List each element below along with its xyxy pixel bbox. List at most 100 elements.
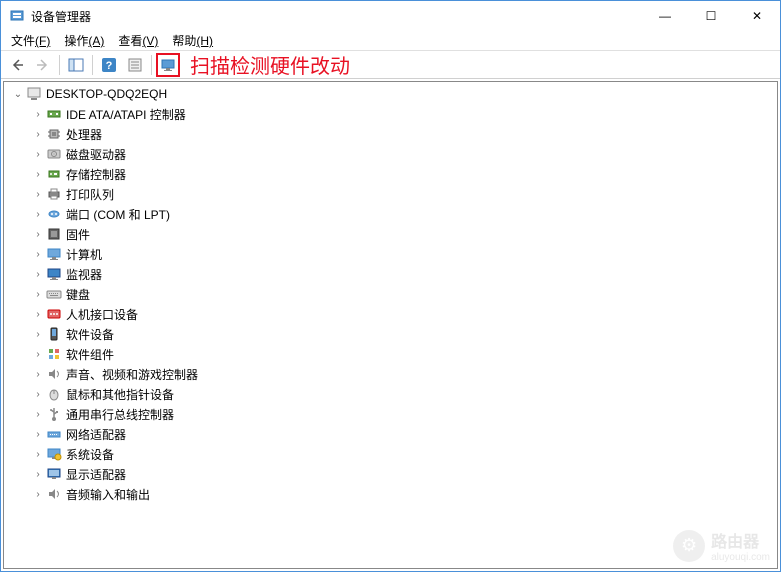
tree-item[interactable]: › 磁盘驱动器 — [6, 144, 775, 164]
tree-item-label: 打印队列 — [66, 186, 114, 203]
mouse-icon — [46, 386, 62, 402]
tree-item[interactable]: › 键盘 — [6, 284, 775, 304]
title-bar: 设备管理器 — ☐ ✕ — [1, 1, 780, 31]
show-hide-console-button[interactable] — [64, 53, 88, 77]
cpu-icon — [46, 126, 62, 142]
collapse-arrow-icon[interactable]: › — [30, 166, 46, 182]
collapse-arrow-icon[interactable]: › — [30, 206, 46, 222]
collapse-arrow-icon[interactable]: › — [30, 366, 46, 382]
collapse-arrow-icon[interactable]: › — [30, 286, 46, 302]
menu-file[interactable]: 文件(F) — [5, 30, 56, 51]
tree-item[interactable]: › 声音、视频和游戏控制器 — [6, 364, 775, 384]
collapse-arrow-icon[interactable]: › — [30, 406, 46, 422]
collapse-arrow-icon[interactable]: › — [30, 446, 46, 462]
minimize-button[interactable]: — — [642, 1, 688, 31]
window-controls: — ☐ ✕ — [642, 1, 780, 31]
toolbar-separator — [151, 55, 152, 75]
tree-item[interactable]: ›音频输入和输出 — [6, 484, 775, 504]
tree-item[interactable]: › 软件设备 — [6, 324, 775, 344]
properties-button[interactable] — [123, 53, 147, 77]
usb-icon — [46, 406, 62, 422]
window-title: 设备管理器 — [31, 8, 642, 25]
display-icon — [46, 466, 62, 482]
controller-icon — [46, 106, 62, 122]
tree-item-label: 声音、视频和游戏控制器 — [66, 366, 198, 383]
collapse-arrow-icon[interactable]: › — [30, 346, 46, 362]
tree-item-label: 鼠标和其他指针设备 — [66, 386, 174, 403]
collapse-arrow-icon[interactable]: › — [30, 246, 46, 262]
tree-item-label: 网络适配器 — [66, 426, 126, 443]
tree-item[interactable]: › 系统设备 — [6, 444, 775, 464]
svg-text:?: ? — [106, 60, 113, 72]
tree-item[interactable]: › 打印队列 — [6, 184, 775, 204]
menu-view[interactable]: 查看(V) — [112, 30, 164, 51]
help-button[interactable]: ? — [97, 53, 121, 77]
collapse-arrow-icon[interactable]: › — [30, 106, 46, 122]
tree-item[interactable]: › 鼠标和其他指针设备 — [6, 384, 775, 404]
collapse-arrow-icon[interactable]: › — [30, 226, 46, 242]
tree-item[interactable]: › 通用串行总线控制器 — [6, 404, 775, 424]
tree-item-label: 磁盘驱动器 — [66, 146, 126, 163]
tree-item-label: 计算机 — [66, 246, 102, 263]
app-icon — [9, 8, 25, 24]
collapse-arrow-icon[interactable]: › — [30, 146, 46, 162]
tree-item-label: 监视器 — [66, 266, 102, 283]
tree-item[interactable]: ›存储控制器 — [6, 164, 775, 184]
audio-icon — [46, 486, 62, 502]
close-button[interactable]: ✕ — [734, 1, 780, 31]
menu-action[interactable]: 操作(A) — [58, 30, 110, 51]
toolbar-separator — [59, 55, 60, 75]
toolbar-separator — [92, 55, 93, 75]
tree-item-label: 通用串行总线控制器 — [66, 406, 174, 423]
scan-hardware-button[interactable] — [156, 53, 180, 77]
collapse-arrow-icon[interactable]: › — [30, 466, 46, 482]
disk-icon — [46, 146, 62, 162]
tree-item-label: 固件 — [66, 226, 90, 243]
annotation-label: 扫描检测硬件改动 — [190, 50, 350, 79]
collapse-arrow-icon[interactable]: › — [30, 326, 46, 342]
tree-item-label: 端口 (COM 和 LPT) — [66, 206, 170, 223]
forward-button[interactable] — [31, 53, 55, 77]
tree-item-label: 键盘 — [66, 286, 90, 303]
tree-item-label: IDE ATA/ATAPI 控制器 — [66, 106, 186, 123]
system-icon — [46, 446, 62, 462]
toolbar: ? 扫描检测硬件改动 — [1, 51, 780, 79]
collapse-arrow-icon[interactable]: › — [30, 306, 46, 322]
menu-help[interactable]: 帮助(H) — [166, 30, 219, 51]
tree-item[interactable]: › 网络适配器 — [6, 424, 775, 444]
keyboard-icon — [46, 286, 62, 302]
device-tree-panel[interactable]: ⌄ DESKTOP-QDQ2EQH › IDE ATA/ATAPI 控制器 › 处理器… — [3, 81, 778, 569]
tree-item[interactable]: › 显示适配器 — [6, 464, 775, 484]
computer-icon — [26, 86, 42, 102]
tree-item-label: 显示适配器 — [66, 466, 126, 483]
tree-item[interactable]: › 处理器 — [6, 124, 775, 144]
sound-icon — [46, 366, 62, 382]
tree-item[interactable]: ›人机接口设备 — [6, 304, 775, 324]
collapse-arrow-icon[interactable]: › — [30, 126, 46, 142]
tree-item[interactable]: › 端口 (COM 和 LPT) — [6, 204, 775, 224]
tree-item[interactable]: › 监视器 — [6, 264, 775, 284]
tree-item[interactable]: › 计算机 — [6, 244, 775, 264]
tree-item-label: 软件设备 — [66, 326, 114, 343]
tree-item-label: 处理器 — [66, 126, 102, 143]
port-icon — [46, 206, 62, 222]
maximize-button[interactable]: ☐ — [688, 1, 734, 31]
hid-icon — [46, 306, 62, 322]
back-button[interactable] — [5, 53, 29, 77]
collapse-arrow-icon[interactable]: › — [30, 386, 46, 402]
tree-item[interactable]: ›软件组件 — [6, 344, 775, 364]
firmware-icon — [46, 226, 62, 242]
expand-arrow-icon[interactable]: ⌄ — [10, 86, 26, 102]
tree-item-label: 系统设备 — [66, 446, 114, 463]
tree-root-label: DESKTOP-QDQ2EQH — [46, 87, 167, 101]
storage-icon — [46, 166, 62, 182]
tree-item[interactable]: › 固件 — [6, 224, 775, 244]
menu-bar: 文件(F) 操作(A) 查看(V) 帮助(H) — [1, 31, 780, 51]
collapse-arrow-icon[interactable]: › — [30, 486, 46, 502]
component-icon — [46, 346, 62, 362]
tree-root-computer[interactable]: ⌄ DESKTOP-QDQ2EQH — [6, 84, 775, 104]
collapse-arrow-icon[interactable]: › — [30, 186, 46, 202]
collapse-arrow-icon[interactable]: › — [30, 426, 46, 442]
tree-item[interactable]: › IDE ATA/ATAPI 控制器 — [6, 104, 775, 124]
collapse-arrow-icon[interactable]: › — [30, 266, 46, 282]
